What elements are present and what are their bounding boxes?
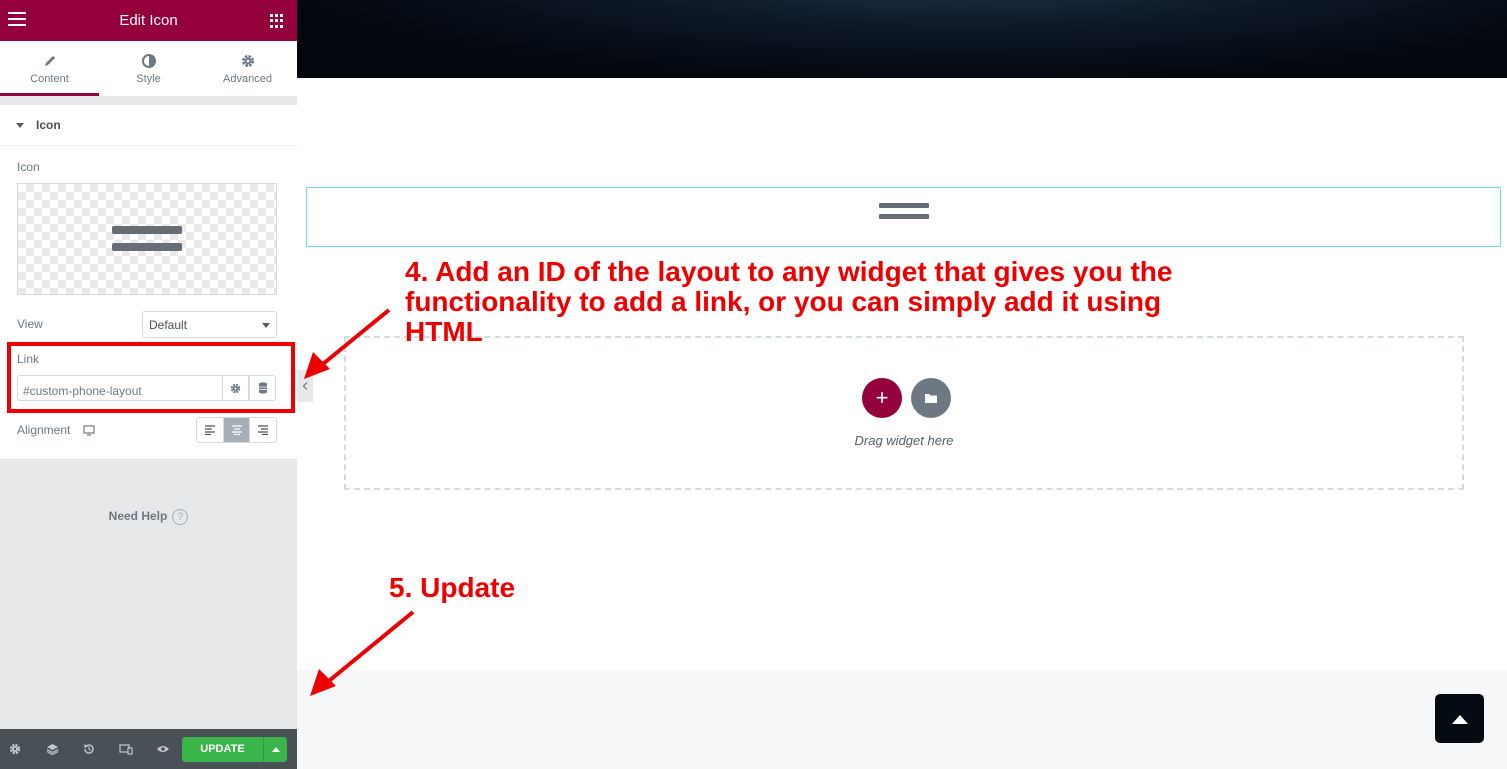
annotation-arrows <box>304 308 415 696</box>
arrow-to-update-button <box>310 610 415 696</box>
arrow-to-link-field <box>304 308 391 379</box>
